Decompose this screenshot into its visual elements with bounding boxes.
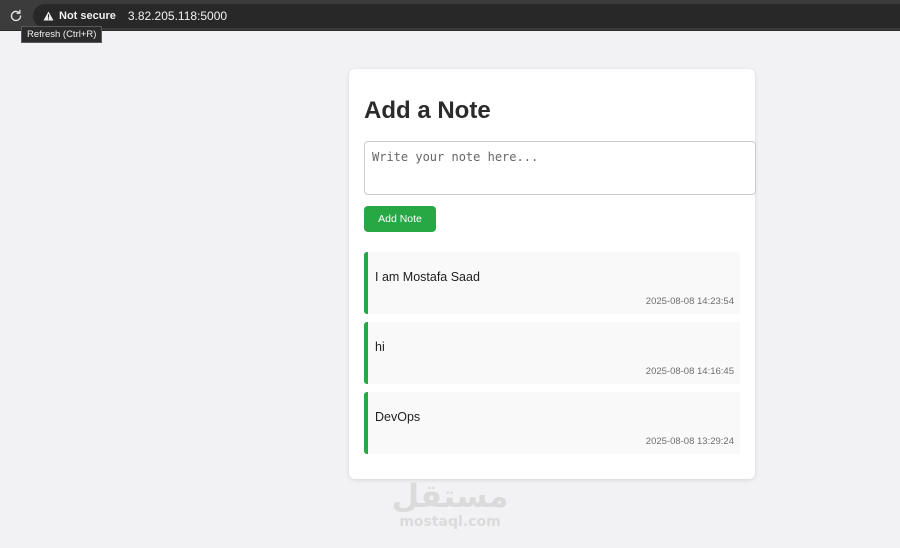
- note-timestamp: 2025-08-08 13:29:24: [645, 436, 734, 447]
- security-label: Not secure: [59, 10, 116, 22]
- note-text: I am Mostafa Saad: [375, 270, 480, 284]
- security-indicator[interactable]: Not secure: [37, 7, 122, 25]
- url-text[interactable]: 3.82.205.118:5000: [128, 9, 227, 23]
- warning-icon: [43, 11, 54, 21]
- address-bar[interactable]: Not secure 3.82.205.118:5000: [33, 4, 900, 28]
- reload-button[interactable]: [5, 5, 27, 27]
- page-title: Add a Note: [364, 97, 491, 124]
- watermark-logo: مستقل: [391, 477, 509, 515]
- browser-toolbar: Not secure 3.82.205.118:5000: [0, 0, 900, 31]
- watermark-domain: mostaql.com: [399, 514, 501, 530]
- note-card: Add a Note Add Note I am Mostafa Saad 20…: [349, 69, 756, 479]
- reload-tooltip: Refresh (Ctrl+R): [21, 26, 103, 43]
- note-item: hi 2025-08-08 14:16:45: [364, 322, 740, 384]
- notes-list: I am Mostafa Saad 2025-08-08 14:23:54 hi…: [364, 252, 740, 462]
- note-timestamp: 2025-08-08 14:23:54: [645, 296, 734, 307]
- watermark: مستقل mostaql.com: [390, 478, 510, 530]
- add-note-button[interactable]: Add Note: [364, 206, 436, 232]
- reload-icon: [10, 9, 22, 22]
- note-timestamp: 2025-08-08 14:16:45: [645, 366, 734, 377]
- note-item: DevOps 2025-08-08 13:29:24: [364, 392, 740, 454]
- note-text: hi: [375, 340, 385, 354]
- note-item: I am Mostafa Saad 2025-08-08 14:23:54: [364, 252, 740, 314]
- note-input[interactable]: [364, 141, 756, 195]
- note-text: DevOps: [375, 410, 421, 424]
